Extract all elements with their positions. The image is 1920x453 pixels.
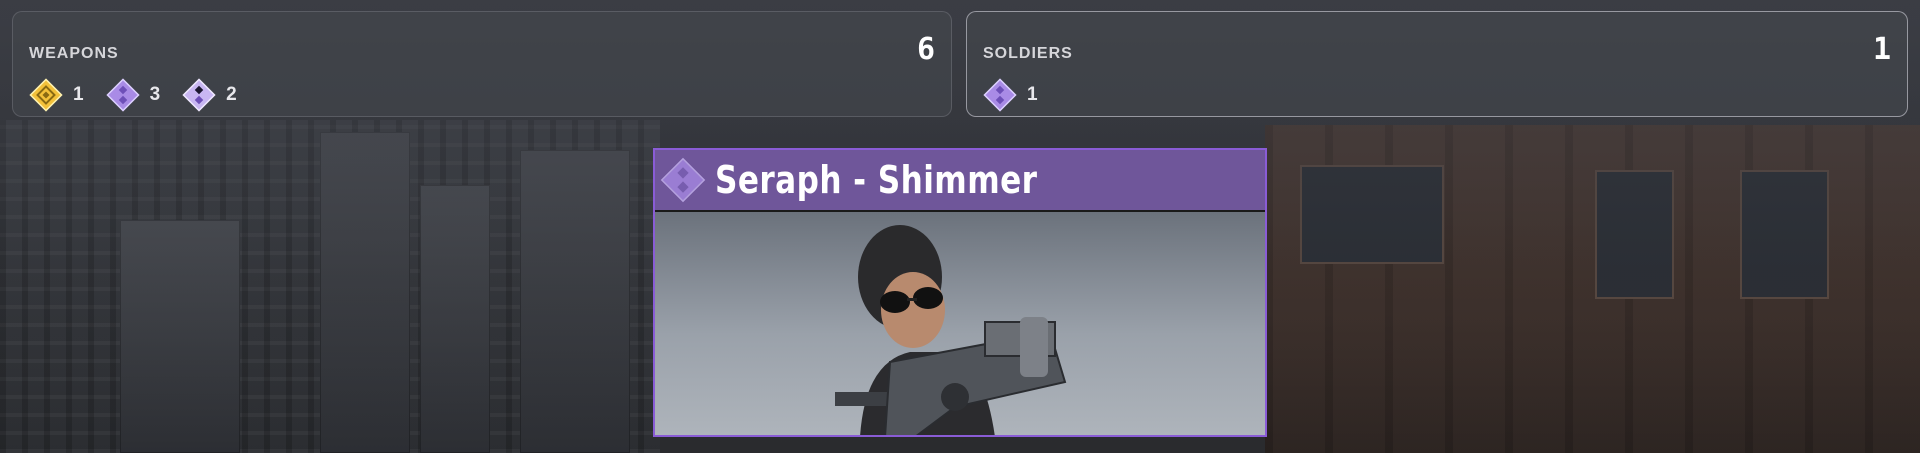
soldier-reward-card[interactable]: Seraph - Shimmer xyxy=(653,148,1267,437)
rarity-purple-dark: 2 xyxy=(182,78,237,112)
soldier-portrait xyxy=(655,212,1265,435)
purple-diamond-icon xyxy=(983,78,1017,112)
purple-diamond-icon xyxy=(105,78,140,112)
purple-diamond-icon xyxy=(660,157,706,203)
weapons-summary-panel[interactable]: WEAPONS 6 1 3 2 xyxy=(12,11,952,117)
weapons-rarity-list: 1 3 2 xyxy=(29,78,259,112)
rarity-purple: 3 xyxy=(105,78,161,112)
soldiers-count: 1 xyxy=(1872,32,1891,67)
soldiers-rarity-list: 1 xyxy=(983,78,1060,112)
rarity-purple-dark-count: 2 xyxy=(226,84,237,105)
soldier-name: Seraph - Shimmer xyxy=(715,158,1038,202)
gold-diamond-icon xyxy=(29,78,63,112)
weapons-count: 6 xyxy=(916,32,935,67)
rarity-gold: 1 xyxy=(29,78,84,112)
rarity-purple-count: 1 xyxy=(1027,84,1038,105)
soldier-portrait-image xyxy=(835,225,1067,435)
soldiers-summary-panel[interactable]: SOLDIERS 1 1 xyxy=(966,11,1908,117)
card-header: Seraph - Shimmer xyxy=(655,150,1265,212)
rarity-purple-count: 3 xyxy=(149,84,161,105)
weapons-title: WEAPONS xyxy=(29,45,119,62)
rarity-gold-count: 1 xyxy=(73,84,84,105)
soldiers-title: SOLDIERS xyxy=(983,45,1073,62)
rarity-purple: 1 xyxy=(983,78,1038,112)
purple-dark-diamond-icon xyxy=(182,78,216,112)
